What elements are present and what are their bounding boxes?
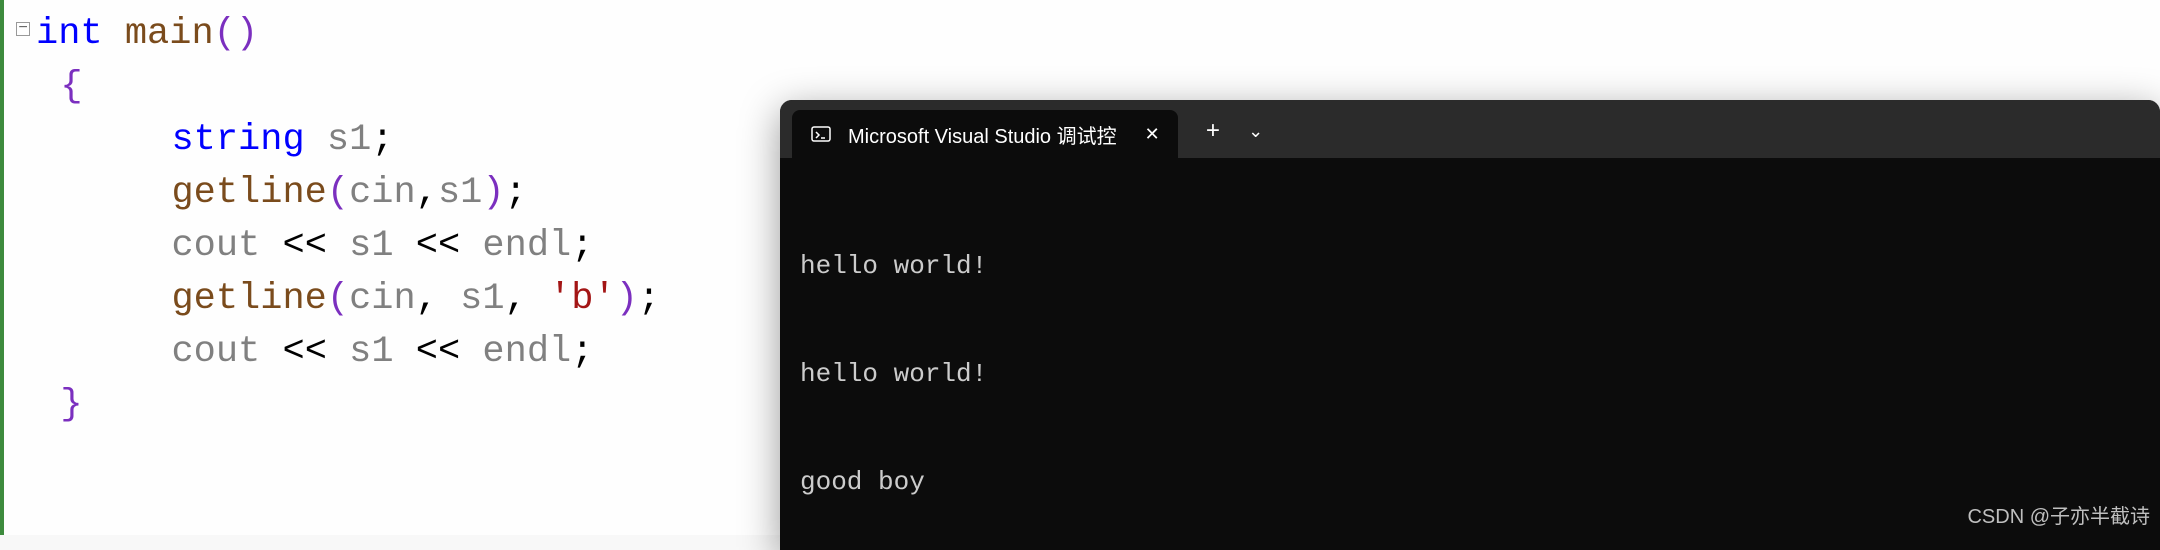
identifier-cin: cin bbox=[349, 278, 416, 320]
watermark: CSDN @子亦半截诗 bbox=[1967, 500, 2150, 529]
identifier-getline: getline bbox=[171, 172, 326, 214]
chevron-down-icon[interactable]: ⌄ bbox=[1248, 121, 1263, 143]
keyword-string: string bbox=[171, 119, 304, 161]
terminal-line: good boy bbox=[800, 464, 2140, 500]
terminal-output[interactable]: hello world! hello world! good boy good … bbox=[780, 158, 2160, 550]
char-literal: 'b' bbox=[549, 278, 616, 320]
terminal-line: hello world! bbox=[800, 356, 2140, 392]
identifier-s1: s1 bbox=[349, 331, 393, 373]
identifier-s1: s1 bbox=[438, 172, 482, 214]
new-tab-icon[interactable]: + bbox=[1206, 119, 1220, 146]
terminal-tab[interactable]: Microsoft Visual Studio 调试控 ✕ bbox=[792, 110, 1178, 158]
close-icon[interactable]: ✕ bbox=[1145, 124, 1160, 145]
identifier-s1: s1 bbox=[349, 225, 393, 267]
identifier-cin: cin bbox=[349, 172, 416, 214]
identifier-endl: endl bbox=[482, 225, 571, 267]
code-line: −int main() bbox=[16, 8, 2160, 61]
fold-minus-icon[interactable]: − bbox=[16, 22, 30, 36]
terminal-window: Microsoft Visual Studio 调试控 ✕ + ⌄ hello … bbox=[780, 100, 2160, 550]
identifier-cout: cout bbox=[171, 225, 260, 267]
identifier-s1: s1 bbox=[460, 278, 504, 320]
keyword-int: int bbox=[36, 13, 103, 55]
terminal-line: hello world! bbox=[800, 248, 2140, 284]
terminal-icon bbox=[810, 123, 832, 145]
identifier-endl: endl bbox=[482, 331, 571, 373]
terminal-titlebar[interactable]: Microsoft Visual Studio 调试控 ✕ + ⌄ bbox=[780, 100, 2160, 158]
terminal-tab-actions: + ⌄ bbox=[1206, 119, 1264, 146]
identifier-cout: cout bbox=[171, 331, 260, 373]
identifier-s1: s1 bbox=[327, 119, 371, 161]
terminal-tab-title: Microsoft Visual Studio 调试控 bbox=[848, 120, 1117, 149]
identifier-main: main bbox=[125, 13, 214, 55]
identifier-getline: getline bbox=[171, 278, 326, 320]
